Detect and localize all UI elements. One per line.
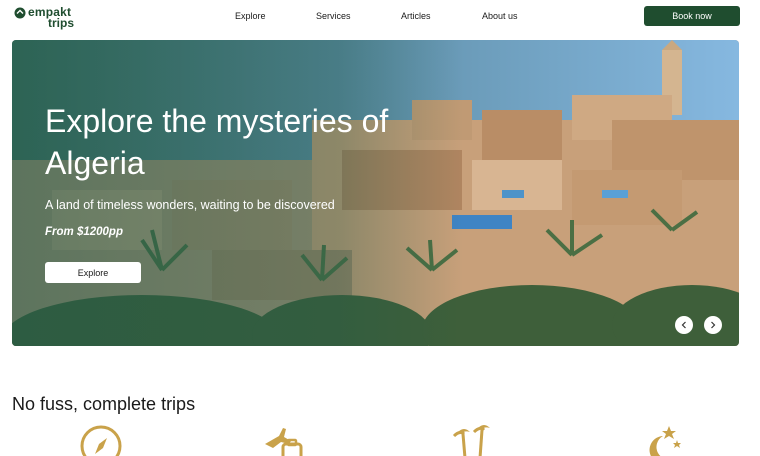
site-header: empakt trips Explore Services Articles A… bbox=[0, 0, 760, 36]
hero-subtitle: A land of timeless wonders, waiting to b… bbox=[45, 198, 335, 212]
book-now-button[interactable]: Book now bbox=[644, 6, 740, 26]
chevron-right-icon bbox=[711, 321, 716, 329]
section-title: No fuss, complete trips bbox=[12, 394, 196, 414]
hero-image bbox=[12, 40, 739, 346]
nav-articles[interactable]: Articles bbox=[401, 11, 431, 21]
logo-mark-icon bbox=[14, 7, 26, 19]
palm-trees-icon bbox=[452, 425, 490, 456]
chevron-left-icon bbox=[681, 321, 686, 329]
logo[interactable]: empakt trips bbox=[14, 5, 84, 30]
flight-icon bbox=[265, 428, 303, 456]
hero-title: Explore the mysteries of Algeria bbox=[45, 103, 389, 181]
carousel-prev-button[interactable] bbox=[675, 316, 693, 334]
carousel-next-button[interactable] bbox=[704, 316, 722, 334]
hero-price: From $1200pp bbox=[45, 226, 123, 238]
hero-explore-button[interactable]: Explore bbox=[45, 262, 141, 283]
compass-icon bbox=[80, 425, 122, 456]
moon-stars-icon bbox=[649, 426, 681, 456]
nav-services[interactable]: Services bbox=[316, 11, 351, 21]
nav-explore[interactable]: Explore bbox=[235, 11, 266, 21]
hero-banner: Explore the mysteries of Algeria A land … bbox=[12, 40, 739, 346]
logo-text-line2: trips bbox=[48, 16, 75, 30]
nav-about-us[interactable]: About us bbox=[482, 11, 518, 21]
